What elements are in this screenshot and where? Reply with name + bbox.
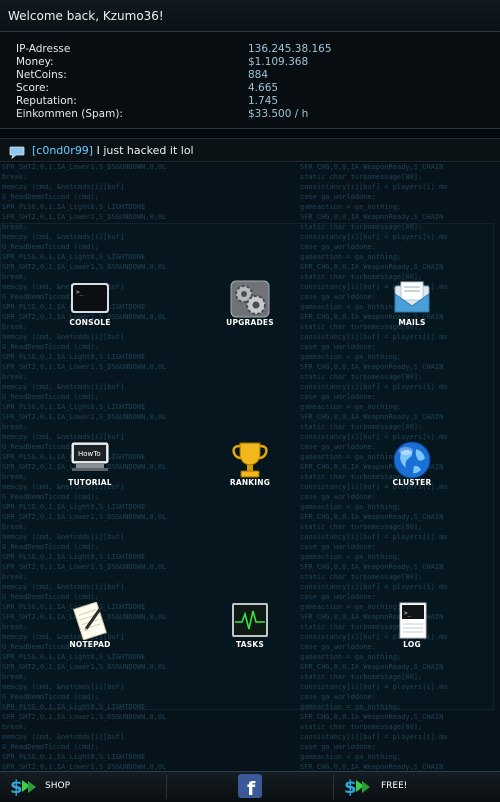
stat-row-ip: IP-Adresse 136.245.38.165 [16, 43, 486, 55]
ranking-tile[interactable]: RANKING [190, 440, 310, 530]
stat-value: 1.745 [248, 95, 279, 107]
stat-value: $1.109.368 [248, 56, 309, 68]
console-label: CONSOLE [69, 318, 111, 327]
tutorial-label: TUTORIAL [68, 478, 112, 487]
bottom-bar: $ SHOP f $ FREE! [0, 771, 500, 801]
globe-icon [392, 440, 432, 480]
facebook-button[interactable]: f [167, 772, 333, 801]
free-label: FREE! [381, 781, 408, 791]
log-icon: >_ [392, 602, 432, 642]
free-button[interactable]: $ FREE! [334, 772, 500, 801]
howto-text: HowTo [78, 450, 101, 458]
shop-button[interactable]: $ SHOP [0, 772, 166, 801]
stat-label: Score: [16, 82, 49, 94]
gears-icon [230, 280, 270, 320]
stat-label: IP-Adresse [16, 43, 71, 55]
dollar-icon: $ [342, 776, 372, 801]
stat-row-netcoins: NetCoins: 884 [16, 69, 486, 81]
stat-row-reputation: Reputation: 1.745 [16, 95, 486, 107]
trophy-icon [230, 440, 270, 480]
chat-message: I just hacked it lol [93, 144, 194, 157]
ranking-label: RANKING [229, 478, 271, 487]
stat-row-income: Einkommen (Spam): $33.500 / h [16, 108, 486, 120]
stat-row-score: Score: 4.665 [16, 82, 486, 94]
svg-text:>_: >_ [76, 289, 84, 296]
facebook-icon: f [238, 774, 262, 802]
chat-ticker[interactable]: [c0nd0r99] I just hacked it lol [0, 138, 500, 162]
stat-row-money: Money: $1.109.368 [16, 56, 486, 68]
notepad-tile[interactable]: NOTEPAD [30, 601, 150, 692]
console-tile[interactable]: >_ CONSOLE [30, 280, 150, 370]
notepad-label: NOTEPAD [69, 640, 111, 649]
tasks-label: TASKS [236, 640, 264, 649]
upgrades-label: UPGRADES [226, 318, 274, 327]
stat-value: 884 [248, 69, 269, 81]
mails-label: MAILS [398, 318, 426, 327]
svg-text:f: f [247, 778, 256, 798]
cluster-tile[interactable]: CLUSTER [352, 440, 472, 530]
log-label: LOG [403, 640, 421, 649]
chat-bubble-icon [9, 144, 25, 163]
svg-text:>_: >_ [404, 610, 412, 617]
title-bar: Welcome back, Kzumo36! [0, 0, 500, 32]
stat-label: NetCoins: [16, 69, 67, 81]
cluster-label: CLUSTER [392, 478, 432, 487]
svg-text:$: $ [10, 777, 23, 797]
pulse-icon [230, 602, 270, 642]
stat-label: Money: [16, 56, 54, 68]
mails-tile[interactable]: MAILS [352, 280, 472, 370]
stat-label: Reputation: [16, 95, 77, 107]
tasks-tile[interactable]: TASKS [190, 602, 310, 692]
stat-value: 136.245.38.165 [248, 43, 332, 55]
svg-text:$: $ [344, 777, 357, 797]
dollar-icon: $ [8, 776, 38, 801]
notepad-icon [70, 601, 110, 642]
stats-panel: IP-Adresse 136.245.38.165 Money: $1.109.… [0, 33, 500, 129]
upgrades-tile[interactable]: UPGRADES [190, 280, 310, 370]
howto-icon: HowTo [70, 440, 110, 480]
stat-label: Einkommen (Spam): [16, 108, 123, 120]
log-tile[interactable]: >_ LOG [352, 602, 472, 692]
welcome-title: Welcome back, Kzumo36! [8, 9, 164, 23]
stat-value: $33.500 / h [248, 108, 309, 120]
tutorial-tile[interactable]: HowTo TUTORIAL [30, 440, 150, 530]
console-icon: >_ [70, 280, 110, 320]
mail-icon [392, 280, 432, 320]
shop-label: SHOP [45, 781, 70, 791]
chat-username: [c0nd0r99] [32, 144, 94, 157]
stat-value: 4.665 [248, 82, 279, 94]
